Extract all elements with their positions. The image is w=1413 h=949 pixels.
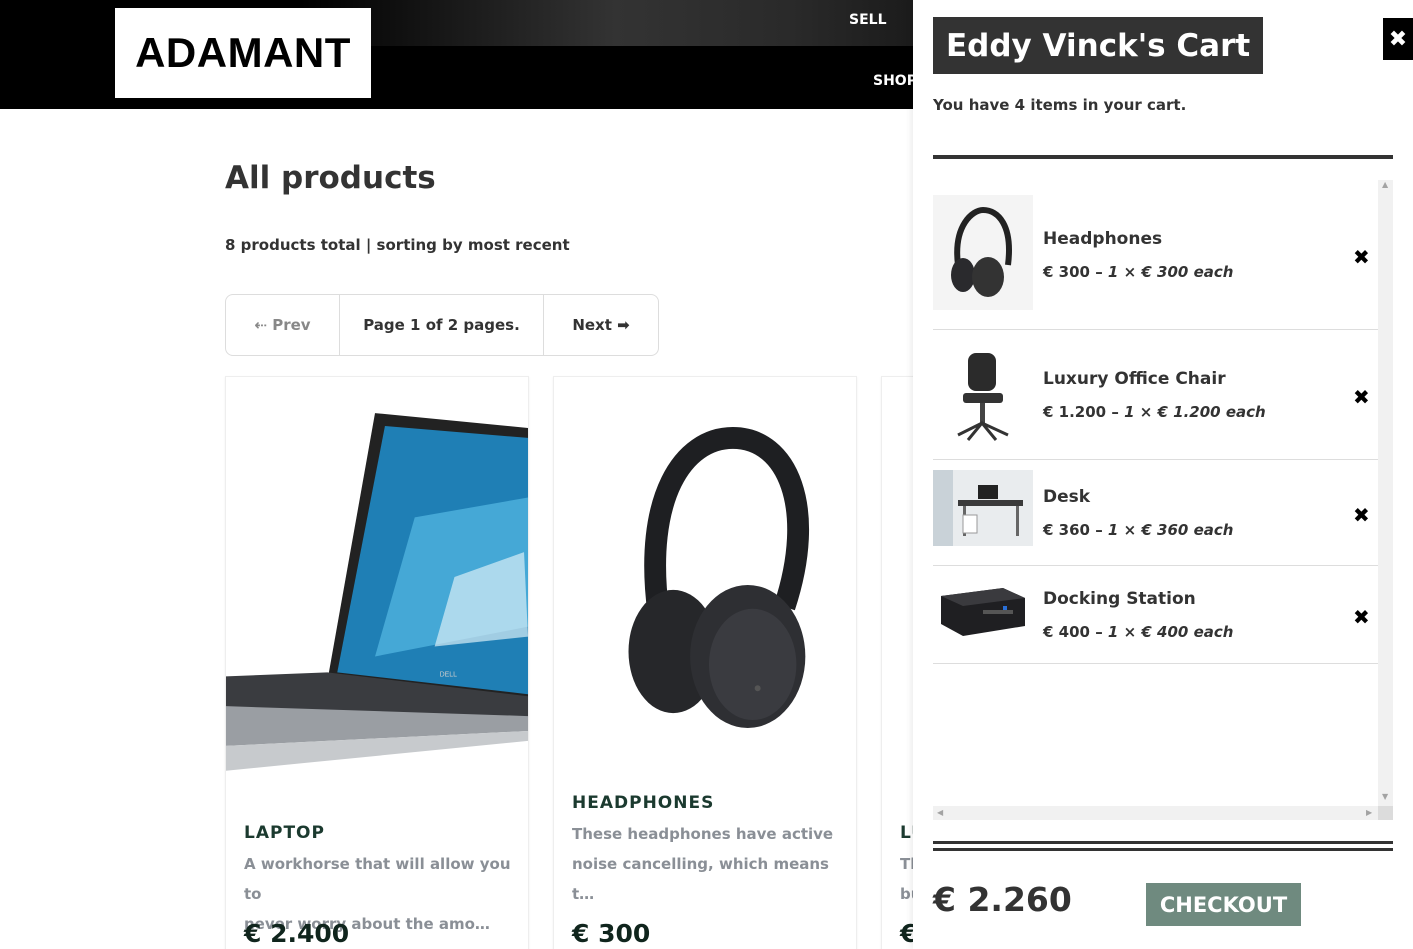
cart-item: Desk € 360 – 1 × € 360 each ✖ [933,460,1378,566]
description-line: A workhorse that will allow you to [244,855,511,903]
svg-text:DELL: DELL [440,671,457,678]
cart-total: € 2.260 [933,880,1072,919]
total-divider [933,841,1393,851]
cart-item-price: € 1.200 – 1 × € 1.200 each [1043,403,1266,421]
product-name[interactable]: LAPTOP [244,823,325,843]
pagination: ⇠ Prev Page 1 of 2 pages. Next ➡ [225,294,659,356]
scroll-down-icon[interactable]: ▼ [1382,792,1388,801]
vertical-scrollbar[interactable]: ▲ ▼ [1378,180,1393,806]
checkout-button[interactable]: CHECKOUT [1146,883,1301,926]
divider [933,155,1393,159]
site-logo[interactable]: ADAMANT [115,8,371,98]
cart-count: You have 4 items in your cart. [933,96,1187,114]
cart-item: Luxury Office Chair € 1.200 – 1 × € 1.20… [933,330,1378,460]
remove-item-icon[interactable]: ✖ [1353,385,1370,409]
next-page-button[interactable]: Next ➡ [544,295,658,355]
cart-item: Headphones € 300 – 1 × € 300 each ✖ [933,180,1378,330]
cart-items-list[interactable]: Headphones € 300 – 1 × € 300 each ✖ Luxu… [933,180,1393,820]
cart-item-name: Docking Station [1043,589,1196,609]
cart-item-price: € 400 – 1 × € 400 each [1043,623,1233,641]
desk-thumbnail [933,470,1033,546]
headphones-image [554,378,856,776]
cart-title: Eddy Vinck's Cart [933,17,1264,74]
product-name[interactable]: HEADPHONES [572,793,714,813]
product-card-laptop[interactable]: DELL LAPTOP A workhorse that will allow … [225,376,529,949]
description-line: noise cancelling, which means [572,855,829,873]
cart-item: Docking Station € 400 – 1 × € 400 each ✖ [933,566,1378,664]
scroll-left-icon[interactable]: ◀ [937,808,943,817]
item-detail: 1 × € 300 each [1107,263,1234,281]
item-total: € 1.200 – [1043,403,1125,421]
product-description: These headphones have active noise cance… [572,819,842,909]
cart-item-name: Headphones [1043,229,1163,249]
item-total: € 360 – [1043,521,1108,539]
product-price: € 300 [572,919,651,948]
item-detail: 1 × € 1.200 each [1124,403,1266,421]
cart-item-name: Luxury Office Chair [1043,369,1226,389]
header-banner-image [300,0,1000,46]
remove-item-icon[interactable]: ✖ [1353,503,1370,527]
office-chair-thumbnail [933,345,1033,445]
page-info: Page 1 of 2 pages. [340,295,544,355]
products-summary: 8 products total | sorting by most recen… [225,236,570,254]
cart-item-price: € 360 – 1 × € 360 each [1043,521,1233,539]
item-detail: 1 × € 360 each [1107,521,1234,539]
description-line: These headphones have active [572,825,834,843]
nav-sell-link[interactable]: SELL [849,12,887,28]
item-total: € 400 – [1043,623,1108,641]
item-detail: 1 × € 400 each [1107,623,1234,641]
item-total: € 300 – [1043,263,1108,281]
scrollbar-corner [1378,806,1393,820]
horizontal-scrollbar[interactable]: ◀ ▶ [933,806,1378,820]
scroll-up-icon[interactable]: ▲ [1382,180,1388,189]
cart-panel: Eddy Vinck's Cart ✖ You have 4 items in … [913,0,1413,949]
description-line: t… [572,885,595,903]
headphones-thumbnail [933,195,1033,310]
page-title: All products [225,160,436,196]
remove-item-icon[interactable]: ✖ [1353,245,1370,269]
remove-item-icon[interactable]: ✖ [1353,605,1370,629]
cart-item-price: € 300 – 1 × € 300 each [1043,263,1233,281]
cart-item-name: Desk [1043,487,1091,507]
nav-shop-link[interactable]: SHOP [873,73,917,89]
product-card-headphones[interactable]: HEADPHONES These headphones have active … [553,376,857,949]
product-price: € 2.400 [244,919,350,948]
prev-page-button[interactable]: ⇠ Prev [226,295,340,355]
logo-text: ADAMANT [135,29,351,76]
laptop-image: DELL [226,378,528,776]
scroll-right-icon[interactable]: ▶ [1366,808,1372,817]
docking-station-thumbnail [933,576,1033,641]
close-icon[interactable]: ✖ [1383,18,1413,60]
